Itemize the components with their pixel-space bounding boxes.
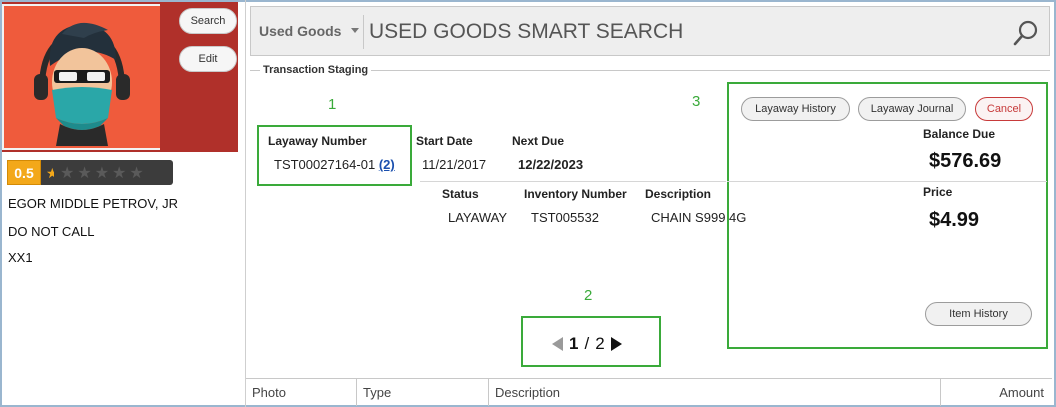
customer-rating: 0.5 ★ ★★★★★ [7,160,173,185]
status-value: LAYAWAY [448,210,507,225]
pager: 1 / 2 [552,334,622,354]
layaway-number-value: TST00027164-01 (2) [274,157,395,172]
start-date-label: Start Date [416,134,473,148]
balance-due-value: $576.69 [929,150,1002,172]
start-date-value: 11/21/2017 [422,157,487,172]
layaway-number-label: Layaway Number [268,134,367,148]
smart-search-input[interactable] [369,19,969,45]
balance-due-label: Balance Due [923,127,996,141]
inventory-number-label: Inventory Number [524,187,627,201]
annotation-number-3: 3 [692,93,701,110]
previous-page-icon[interactable] [552,337,563,351]
next-page-icon[interactable] [610,337,622,351]
right-divider [727,181,1047,182]
price-value: $4.99 [929,209,980,231]
next-due-value: 12/22/2023 [518,157,584,172]
rating-score: 0.5 [7,160,41,185]
layaway-count-link[interactable]: (2) [379,157,395,172]
avatar-illustration [34,22,130,146]
column-description[interactable]: Description [489,379,941,406]
row-divider [420,181,726,182]
layaway-history-button[interactable]: Layaway History [741,97,850,121]
annotation-number-2: 2 [584,287,593,304]
search-category-dropdown[interactable]: Used Goods [259,23,341,39]
pager-total: 2 [595,334,605,353]
chevron-down-icon[interactable] [351,28,359,33]
next-due-label: Next Due [512,134,565,148]
cancel-button[interactable]: Cancel [975,97,1033,121]
items-table-header: Photo Type Description Amount [246,378,1052,406]
staging-title: Transaction Staging [260,64,372,76]
layaway-number: TST00027164-01 [274,157,376,172]
annotation-number-1: 1 [328,96,337,113]
customer-search-button[interactable]: Search [179,8,237,34]
status-label: Status [442,187,479,201]
column-photo[interactable]: Photo [246,379,357,406]
inventory-number-value: TST005532 [531,210,599,225]
pager-separator: / [584,334,590,353]
item-history-button[interactable]: Item History [925,302,1032,326]
customer-note: DO NOT CALL [8,224,95,239]
customer-edit-button[interactable]: Edit [179,46,237,72]
empty-stars-icon: ★★★★★ [60,165,147,182]
smart-search-bar: Used Goods [250,6,1050,56]
layaway-journal-button[interactable]: Layaway Journal [858,97,966,121]
column-amount[interactable]: Amount [941,379,1052,406]
half-star-icon: ★ [46,165,54,181]
column-type[interactable]: Type [357,379,489,406]
description-label: Description [645,187,712,201]
pager-current: 1 [569,334,579,353]
pane-divider [245,0,246,407]
search-icon[interactable] [1011,19,1041,47]
price-label: Price [923,185,953,199]
customer-code: XX1 [8,250,33,265]
customer-name: EGOR MIDDLE PETROV, JR [8,196,178,211]
search-separator [363,15,364,49]
customer-avatar[interactable] [2,4,160,150]
